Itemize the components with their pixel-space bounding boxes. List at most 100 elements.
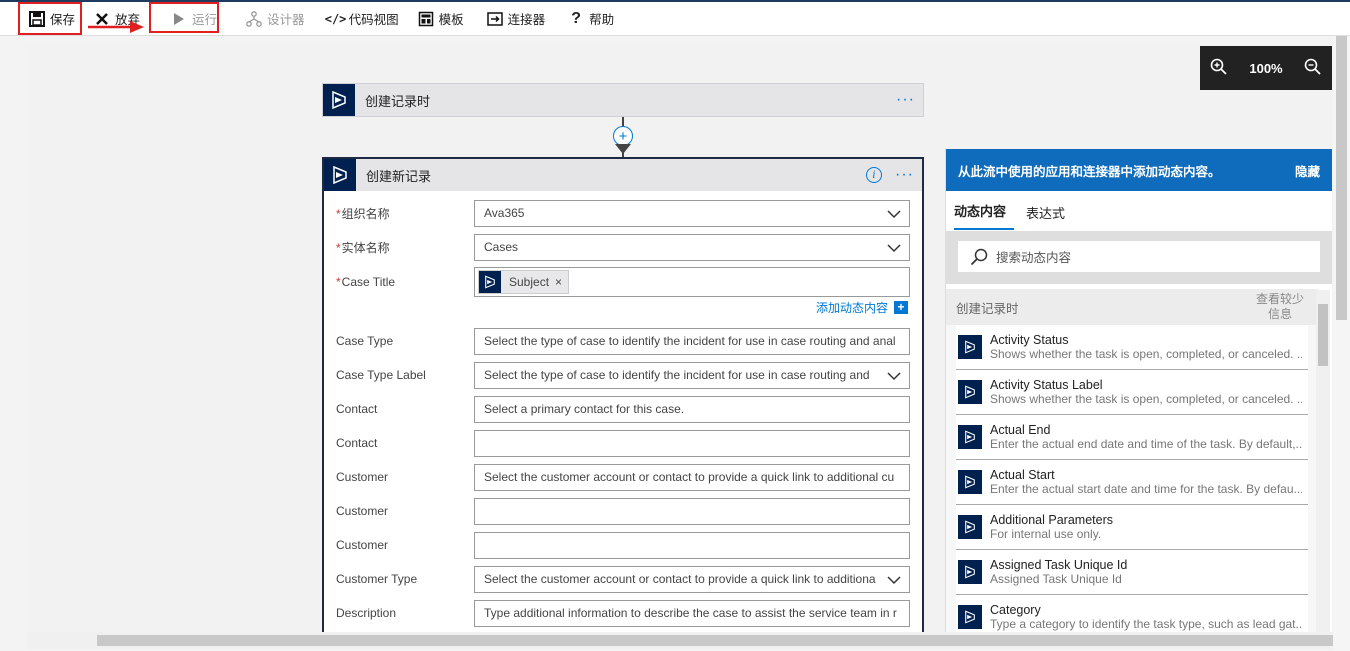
scrollbar-thumb[interactable] [1336, 36, 1347, 320]
case-type-input[interactable]: Select the type of case to identify the … [474, 327, 910, 355]
dynamic-panel-scrollbar[interactable] [1316, 290, 1330, 636]
item-description: Shows whether the task is open, complete… [990, 347, 1302, 361]
field-row-customer-2: Customer [336, 497, 910, 525]
trigger-card[interactable]: 创建记录时 ··· [322, 83, 924, 117]
list-item[interactable]: Assigned Task Unique Id Assigned Task Uni… [956, 550, 1308, 595]
tab-expression[interactable]: 表达式 [1026, 203, 1073, 230]
list-item[interactable]: Category Type a category to identify the … [956, 595, 1308, 632]
item-description: Enter the actual start date and time for… [990, 482, 1302, 496]
see-less-link[interactable]: 查看较少信息 [1252, 292, 1308, 322]
item-title: Activity Status Label [990, 378, 1103, 392]
organization-select[interactable]: Ava365 [474, 199, 910, 227]
dynamic-section-header: 创建记录时 查看较少信息 [946, 289, 1318, 325]
dynamic-tabs: 动态内容 表达式 [946, 191, 1332, 231]
field-row-case-type: Case Type Select the type of case to ide… [336, 327, 910, 355]
page-vertical-scrollbar[interactable] [1333, 36, 1350, 651]
dynamics-logo-icon [479, 271, 501, 293]
item-description: Assigned Task Unique Id [990, 572, 1122, 586]
action-card: 创建新记录 i ··· *组织名称 Ava365 *实体名称 Cases *Ca… [322, 157, 924, 632]
customer-input-2[interactable] [474, 497, 910, 525]
field-row-contact: Contact Select a primary contact for thi… [336, 395, 910, 423]
field-label: Customer Type [336, 572, 418, 586]
chevron-down-icon [887, 209, 901, 218]
item-description: Enter the actual end date and time of th… [990, 437, 1302, 451]
scrollbar-thumb[interactable] [1318, 304, 1328, 366]
dynamic-content-panel: 从此流中使用的应用和连接器中添加动态内容。 隐藏 动态内容 表达式 搜索动态内容… [945, 149, 1332, 632]
remove-token-icon[interactable]: × [555, 275, 562, 289]
field-row-customer-type: Customer Type Select the customer accoun… [336, 565, 910, 593]
tab-dynamic-content[interactable]: 动态内容 [954, 201, 1015, 230]
list-item[interactable]: Actual Start Enter the actual start date … [956, 460, 1308, 505]
dynamics-logo-icon [958, 470, 982, 494]
field-row-organization: *组织名称 Ava365 [336, 199, 910, 227]
chevron-down-icon [887, 575, 901, 584]
field-row-case-title: *Case Title Subject × [336, 267, 910, 297]
field-label: *Case Title [336, 275, 396, 289]
dynamics-logo-icon [324, 159, 356, 191]
templates-button[interactable]: 模板 [409, 4, 472, 34]
connectors-button[interactable]: 连接器 [478, 4, 554, 34]
item-title: Category [990, 603, 1041, 617]
field-row-description: Description Type additional information … [336, 599, 910, 627]
action-title: 创建新记录 [366, 168, 432, 184]
item-description: Type a category to identify the task typ… [990, 617, 1302, 631]
dynamic-search-area: 搜索动态内容 [946, 231, 1332, 284]
dynamics-logo-icon [958, 560, 982, 584]
action-more-icon[interactable]: ··· [895, 166, 914, 184]
add-dynamic-content-link[interactable]: 添加动态内容 + [816, 299, 908, 316]
item-title: Additional Parameters [990, 513, 1113, 527]
item-description: For internal use only. [990, 527, 1102, 541]
insert-step-icon[interactable]: + [613, 126, 633, 146]
annotation-arrow-icon [88, 21, 144, 33]
dynamics-logo-icon [958, 515, 982, 539]
field-row-contact-2: Contact [336, 429, 910, 457]
designer-button[interactable]: 设计器 [237, 4, 313, 34]
field-label: *实体名称 [336, 240, 390, 255]
field-row-customer: Customer Select the customer account or … [336, 463, 910, 491]
zoom-control: 100% [1200, 46, 1332, 90]
zoom-level: 100% [1249, 60, 1283, 76]
customer-input-3[interactable] [474, 531, 910, 559]
help-icon: ? [571, 9, 581, 27]
item-title: Activity Status [990, 333, 1069, 347]
subject-token[interactable]: Subject × [478, 270, 570, 294]
scrollbar-thumb[interactable] [97, 635, 1333, 646]
dynamic-content-list: 创建记录时 查看较少信息 Activity Status Shows whethe… [946, 289, 1318, 632]
case-title-input[interactable]: Subject × [474, 267, 910, 297]
list-item[interactable]: Activity Status Shows whether the task is… [956, 325, 1308, 370]
help-button[interactable]: ? 帮助 [559, 4, 622, 34]
action-card-header[interactable]: 创建新记录 i ··· [324, 159, 922, 191]
list-item[interactable]: Additional Parameters For internal use on… [956, 505, 1308, 550]
trigger-more-icon[interactable]: ··· [896, 91, 915, 109]
zoom-out-icon[interactable] [1304, 58, 1322, 79]
dynamic-panel-header: 从此流中使用的应用和连接器中添加动态内容。 隐藏 [946, 149, 1332, 191]
list-item[interactable]: Activity Status Label Shows whether the t… [956, 370, 1308, 415]
run-highlight [149, 2, 219, 33]
template-icon [417, 10, 435, 28]
chevron-down-icon [887, 371, 901, 380]
description-input[interactable]: Type additional information to describe … [474, 599, 910, 627]
field-label: Customer [336, 538, 389, 552]
zoom-in-icon[interactable] [1210, 58, 1228, 79]
dynamics-logo-icon [958, 380, 982, 404]
info-icon[interactable]: i [866, 167, 882, 183]
contact-input[interactable]: Select a primary contact for this case. [474, 395, 910, 423]
item-title: Assigned Task Unique Id [990, 558, 1128, 572]
field-label: Contact [336, 402, 378, 416]
dynamics-logo-icon [958, 605, 982, 629]
hide-button[interactable]: 隐藏 [1295, 161, 1320, 180]
entity-select[interactable]: Cases [474, 233, 910, 261]
contact-input-2[interactable] [474, 429, 910, 457]
case-type-label-select[interactable]: Select the type of case to identify the … [474, 361, 910, 389]
code-view-button[interactable]: </> 代码视图 [319, 4, 407, 34]
dynamic-search-input[interactable]: 搜索动态内容 [958, 241, 1320, 272]
designer-icon [245, 10, 263, 28]
section-title: 创建记录时 [956, 301, 1019, 316]
list-item[interactable]: Actual End Enter the actual end date and … [956, 415, 1308, 460]
customer-input[interactable]: Select the customer account or contact t… [474, 463, 910, 491]
customer-type-select[interactable]: Select the customer account or contact t… [474, 565, 910, 593]
code-icon: </> [324, 11, 347, 26]
page-horizontal-scrollbar[interactable] [27, 632, 1333, 649]
connectors-label: 连接器 [507, 13, 546, 27]
field-label: *组织名称 [336, 206, 390, 221]
